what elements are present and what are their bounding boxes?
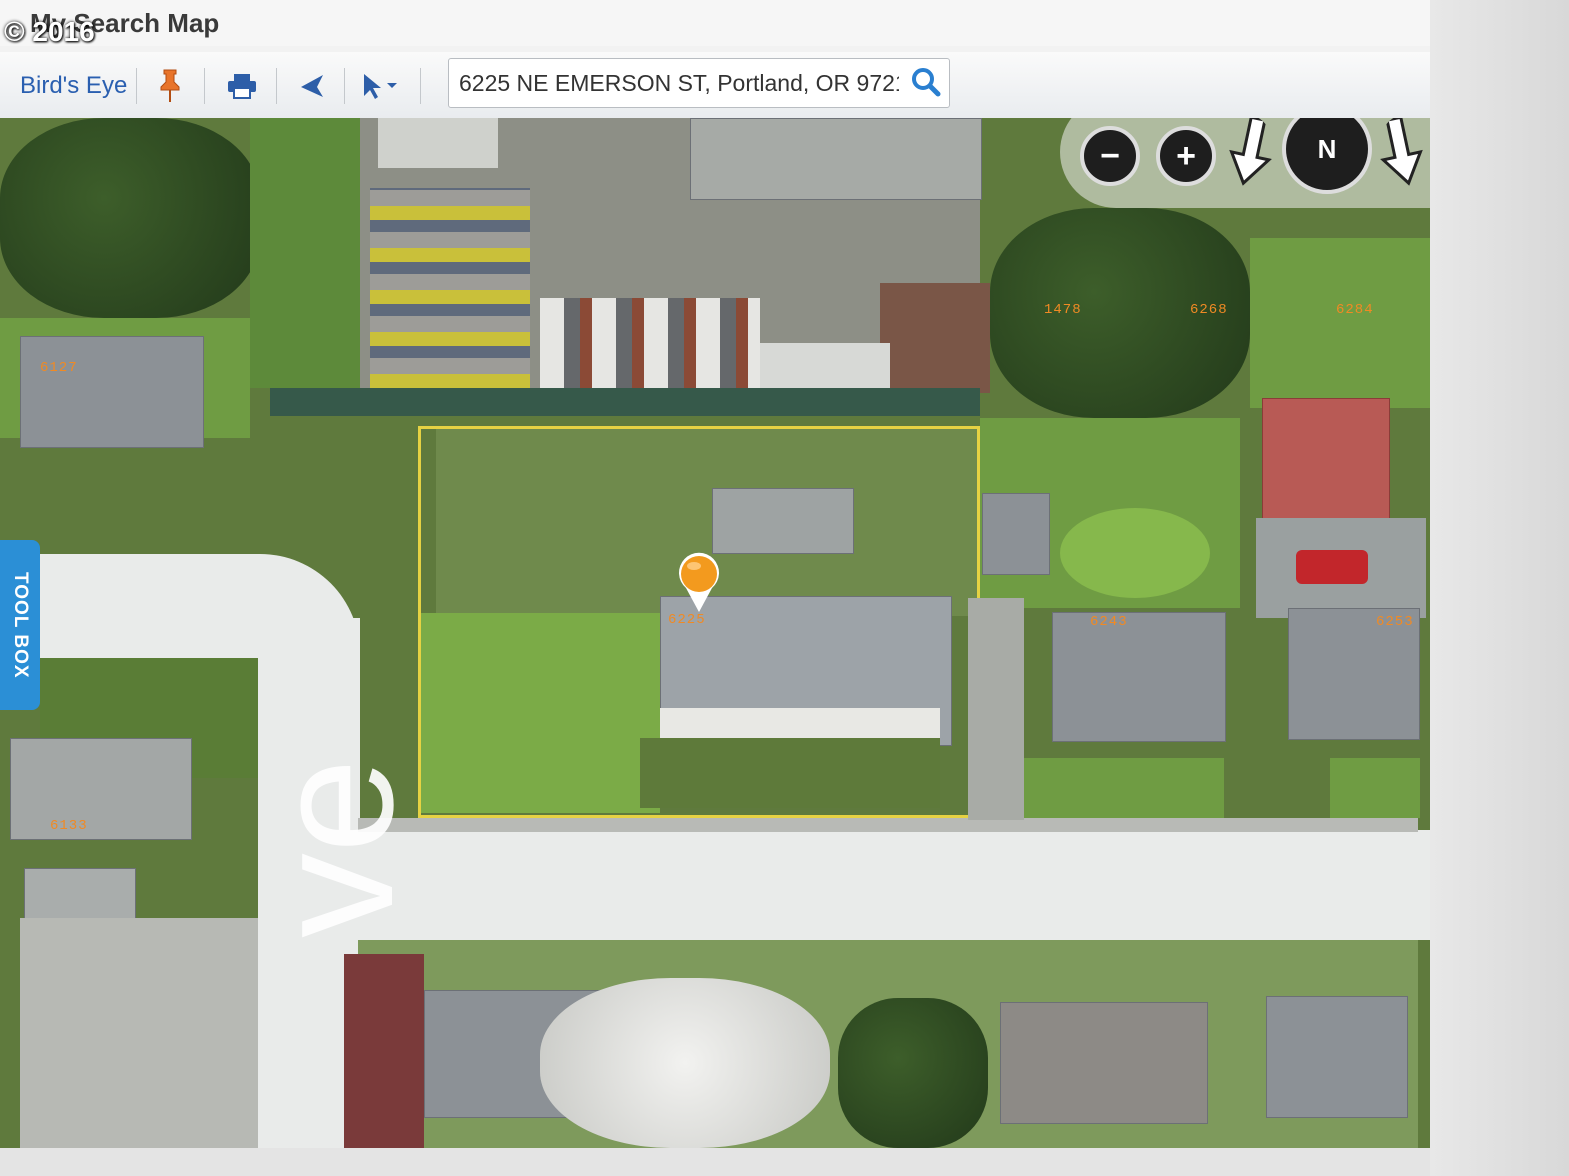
select-tool-button[interactable] <box>356 66 404 106</box>
tree-cluster <box>20 918 258 1148</box>
map-navigation-controls: − + N <box>1060 118 1430 208</box>
red-car <box>1296 550 1368 584</box>
house-roof <box>10 738 192 840</box>
parcel-label: 6133 <box>50 818 88 834</box>
print-button[interactable] <box>222 66 262 106</box>
parcel-outline <box>418 426 980 818</box>
lawn <box>1060 508 1210 598</box>
toolbar-divider <box>136 68 137 104</box>
building-roof <box>760 343 890 393</box>
lawn <box>1330 758 1420 818</box>
red-tree <box>344 954 424 1148</box>
toolbar-divider <box>204 68 205 104</box>
pushpin-icon <box>160 69 180 102</box>
tree-cluster <box>0 118 260 318</box>
sidewalk <box>358 818 1418 832</box>
search-box <box>448 58 950 108</box>
lawn <box>1250 238 1430 408</box>
zoom-out-button[interactable]: − <box>1080 126 1140 186</box>
road-horizontal <box>258 830 1430 940</box>
back-button[interactable] <box>292 66 332 106</box>
house-roof <box>1262 398 1390 520</box>
rotate-right-icon[interactable] <box>1378 118 1424 188</box>
house-roof <box>1052 612 1226 742</box>
building-roof <box>880 283 990 393</box>
parked-vehicles <box>540 298 760 393</box>
building-roof <box>690 118 982 200</box>
screen-bezel <box>0 1148 1430 1176</box>
screen-bezel <box>1430 0 1569 1176</box>
plus-icon: + <box>1176 136 1196 175</box>
parcel-label: 6253 <box>1376 614 1414 630</box>
parcel-label: 6268 <box>1190 302 1228 318</box>
toolbox-label: TOOL BOX <box>10 571 31 679</box>
screen: My Search Map © 2016 Bird's Eye 6225 NE … <box>0 0 1569 1176</box>
house-roof <box>1000 1002 1208 1124</box>
toolbox-tab[interactable]: TOOL BOX <box>0 540 40 710</box>
parcel-label: 6127 <box>40 360 78 376</box>
toolbar-divider <box>276 68 277 104</box>
parcel-label: 6243 <box>1090 614 1128 630</box>
toolbar-divider <box>344 68 345 104</box>
lawn <box>250 118 360 388</box>
compass-button[interactable]: N <box>1282 118 1372 194</box>
north-indicator: N <box>1317 133 1337 164</box>
driveway <box>968 598 1024 820</box>
cursor-pointer-icon <box>364 74 381 99</box>
pin-button[interactable] <box>150 66 190 106</box>
search-input[interactable] <box>457 65 901 101</box>
arrow-left-icon <box>301 75 323 97</box>
aerial-map[interactable]: 6127 1478 6268 6284 6243 6253 6225 6133 … <box>0 118 1430 1148</box>
printer-icon <box>228 74 256 99</box>
house-roof <box>1266 996 1408 1118</box>
parcel-label: 1478 <box>1044 302 1082 318</box>
lawn <box>1024 758 1224 818</box>
fence <box>270 388 980 416</box>
toolbar: Bird's Eye <box>0 52 1430 119</box>
parcel-label: 6284 <box>1336 302 1374 318</box>
search-icon[interactable] <box>911 67 941 97</box>
shed-roof <box>982 493 1050 575</box>
house-roof <box>20 336 204 448</box>
street-label: ve <box>239 758 429 938</box>
flowering-tree <box>540 978 830 1148</box>
chevron-down-icon <box>387 83 397 88</box>
minus-icon: − <box>1100 136 1120 175</box>
title-bar: My Search Map © 2016 <box>0 0 1569 47</box>
zoom-in-button[interactable]: + <box>1156 126 1216 186</box>
toolbar-divider <box>420 68 421 104</box>
rotate-left-icon[interactable] <box>1228 118 1274 188</box>
building-roof <box>378 118 498 168</box>
copyright-watermark: © 2016 <box>4 16 95 47</box>
parked-vehicles <box>370 188 530 388</box>
tree-cluster <box>838 998 988 1148</box>
birds-eye-button[interactable]: Bird's Eye <box>20 66 127 106</box>
location-marker-icon[interactable] <box>676 552 722 614</box>
